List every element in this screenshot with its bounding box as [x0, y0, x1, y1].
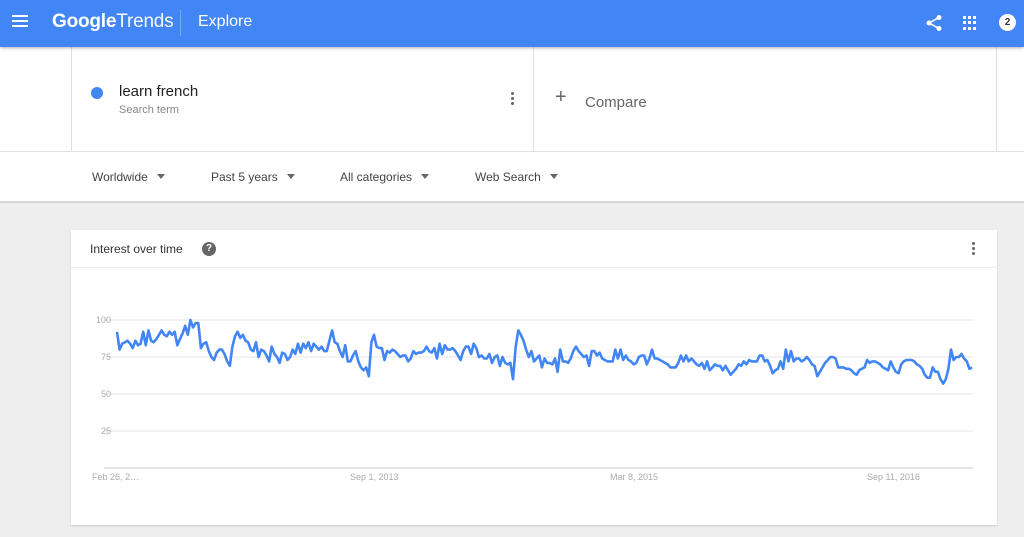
logo-google-text: Google	[52, 11, 117, 32]
y-tick-label: 50	[101, 389, 111, 399]
header-divider	[180, 10, 181, 36]
dropdown-arrow-icon	[286, 174, 295, 180]
search-type-filter-label: Web Search	[475, 170, 541, 184]
search-term-type: Search term	[119, 104, 179, 116]
apps-grid-icon[interactable]	[963, 16, 977, 30]
location-filter-label: Worldwide	[92, 170, 148, 184]
compare-label: Compare	[585, 94, 647, 111]
x-tick-label: Feb 26, 2…	[92, 472, 139, 482]
notification-badge[interactable]: 2	[999, 14, 1016, 31]
y-tick-label: 100	[96, 315, 111, 325]
more-vert-icon[interactable]	[509, 92, 515, 108]
page-title: Explore	[198, 13, 253, 30]
time-range-filter[interactable]: Past 5 years	[211, 170, 295, 184]
x-tick-label: Mar 8, 2015	[610, 472, 658, 482]
series-line-learn-french[interactable]	[115, 318, 973, 385]
interest-over-time-card: Interest over time ? 25 50 75 100 Feb 26, 2…	[71, 230, 997, 525]
category-filter-label: All categories	[340, 170, 413, 184]
y-tick-label: 25	[101, 426, 111, 436]
location-filter[interactable]: Worldwide	[92, 170, 165, 184]
y-tick-label: 75	[101, 352, 111, 362]
time-range-filter-label: Past 5 years	[211, 170, 278, 184]
menu-icon[interactable]	[12, 15, 28, 29]
term-color-dot	[91, 87, 103, 99]
search-term-card[interactable]: learn french Search term	[71, 47, 534, 152]
interest-chart[interactable]: 25 50 75 100 Feb 26, 2… Sep 1, 2013 Mar 8, 20…	[71, 230, 997, 525]
search-term-name[interactable]: learn french	[119, 83, 198, 100]
category-filter[interactable]: All categories	[340, 170, 430, 184]
x-tick-label: Sep 11, 2016	[867, 472, 920, 482]
x-tick-label: Sep 1, 2013	[350, 472, 399, 482]
search-terms-bar: learn french Search term + Compare	[0, 47, 1024, 152]
compare-button[interactable]: + Compare	[534, 47, 997, 152]
google-trends-logo[interactable]: GoogleTrends	[52, 11, 174, 33]
dropdown-arrow-icon	[549, 174, 558, 180]
share-icon[interactable]	[925, 14, 943, 32]
search-type-filter[interactable]: Web Search	[475, 170, 558, 184]
logo-trends-text: Trends	[116, 11, 174, 32]
add-icon: +	[555, 86, 567, 108]
filter-bar: Worldwide Past 5 years All categories We…	[0, 152, 1024, 203]
dropdown-arrow-icon	[421, 174, 430, 180]
top-app-bar: GoogleTrends Explore 2	[0, 0, 1024, 47]
dropdown-arrow-icon	[156, 174, 165, 180]
